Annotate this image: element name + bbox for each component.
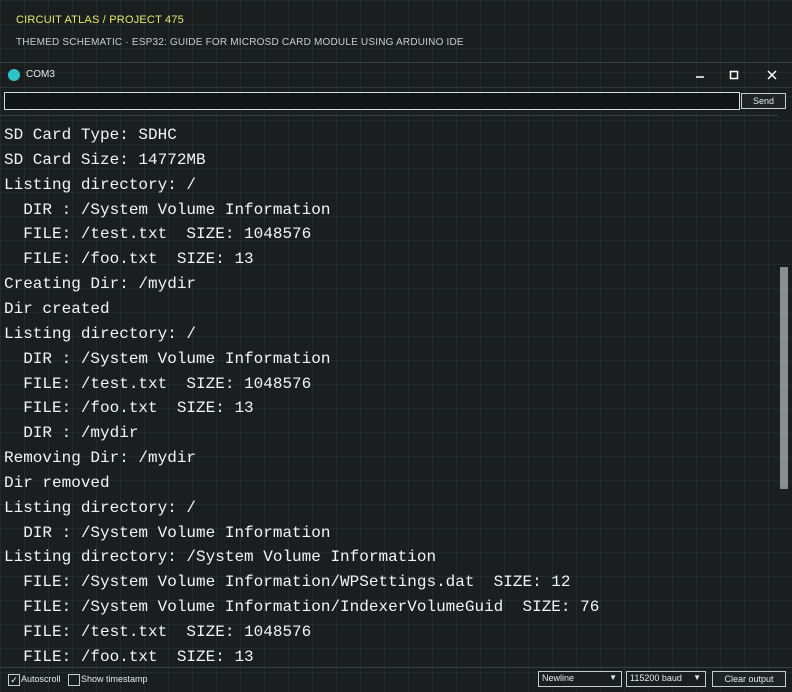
vertical-scrollbar[interactable] [778, 115, 791, 664]
output-line: FILE: /foo.txt SIZE: 13 [4, 399, 254, 418]
chevron-down-icon: ▼ [693, 673, 701, 682]
close-button[interactable] [754, 63, 790, 87]
line-ending-value: Newline [542, 673, 575, 683]
output-line: DIR : /System Volume Information [4, 523, 331, 542]
clear-output-button[interactable]: Clear output [712, 671, 786, 687]
output-line: DIR : /System Volume Information [4, 200, 331, 219]
output-line: Dir removed [4, 473, 110, 492]
output-line: Listing directory: / [4, 498, 197, 517]
baud-rate-value: 115200 baud [630, 673, 682, 683]
line-ending-select[interactable]: Newline ▼ [538, 671, 622, 687]
output-line: SD Card Size: 14772MB [4, 150, 206, 169]
output-line: Removing Dir: /mydir [4, 449, 197, 468]
autoscroll-checkbox[interactable]: ✓ [8, 674, 20, 686]
output-line: FILE: /System Volume Information/Indexer… [4, 598, 600, 617]
minimize-button[interactable] [682, 63, 718, 87]
serial-monitor-window: COM3 Send SD Card Type: SDHC SD Card Size… [0, 62, 792, 692]
output-line: FILE: /foo.txt SIZE: 13 [4, 250, 254, 269]
output-line: SD Card Type: SDHC [4, 126, 177, 144]
checkmark-icon: ✓ [10, 675, 18, 685]
output-line: Listing directory: /System Volume Inform… [4, 548, 437, 567]
chevron-down-icon: ▼ [609, 673, 617, 682]
output-line: FILE: /test.txt SIZE: 1048576 [4, 225, 312, 244]
minimize-icon [696, 76, 704, 78]
send-row: Send [0, 91, 792, 113]
output-line: FILE: /test.txt SIZE: 1048576 [4, 623, 312, 641]
serial-port-icon [8, 69, 20, 81]
output-line: Creating Dir: /mydir [4, 275, 197, 294]
maximize-button[interactable] [716, 63, 752, 87]
page-header: CIRCUIT ATLAS / PROJECT 475 THEMED SCHEM… [0, 0, 792, 62]
page-subtitle: THEMED SCHEMATIC · ESP32: GUIDE FOR MICR… [16, 37, 464, 48]
output-line: DIR : /mydir [4, 424, 139, 443]
autoscroll-label: Autoscroll [21, 674, 61, 684]
show-timestamp-checkbox[interactable] [68, 674, 80, 686]
window-title: COM3 [26, 69, 55, 80]
output-line: Listing directory: / [4, 175, 197, 194]
maximize-icon [729, 70, 739, 80]
output-line: FILE: /System Volume Information/WPSetti… [4, 573, 571, 592]
send-button[interactable]: Send [741, 93, 786, 109]
close-icon [767, 70, 777, 80]
output-line: Dir created [4, 299, 110, 318]
window-titlebar: COM3 [0, 63, 792, 88]
output-line: DIR : /System Volume Information [4, 349, 331, 368]
output-line: Listing directory: / [4, 324, 197, 343]
serial-output: SD Card Type: SDHC SD Card Size: 14772MB L… [0, 115, 778, 665]
output-line: FILE: /test.txt SIZE: 1048576 [4, 374, 312, 393]
baud-rate-select[interactable]: 115200 baud ▼ [626, 671, 706, 687]
status-footer: ✓ Autoscroll Show timestamp Newline ▼ 11… [0, 667, 792, 692]
scrollbar-thumb[interactable] [780, 267, 788, 489]
brand-title: CIRCUIT ATLAS / PROJECT 475 [16, 14, 185, 26]
serial-input[interactable] [4, 92, 740, 110]
show-timestamp-label: Show timestamp [81, 674, 148, 684]
output-line: FILE: /foo.txt SIZE: 13 [4, 647, 254, 665]
